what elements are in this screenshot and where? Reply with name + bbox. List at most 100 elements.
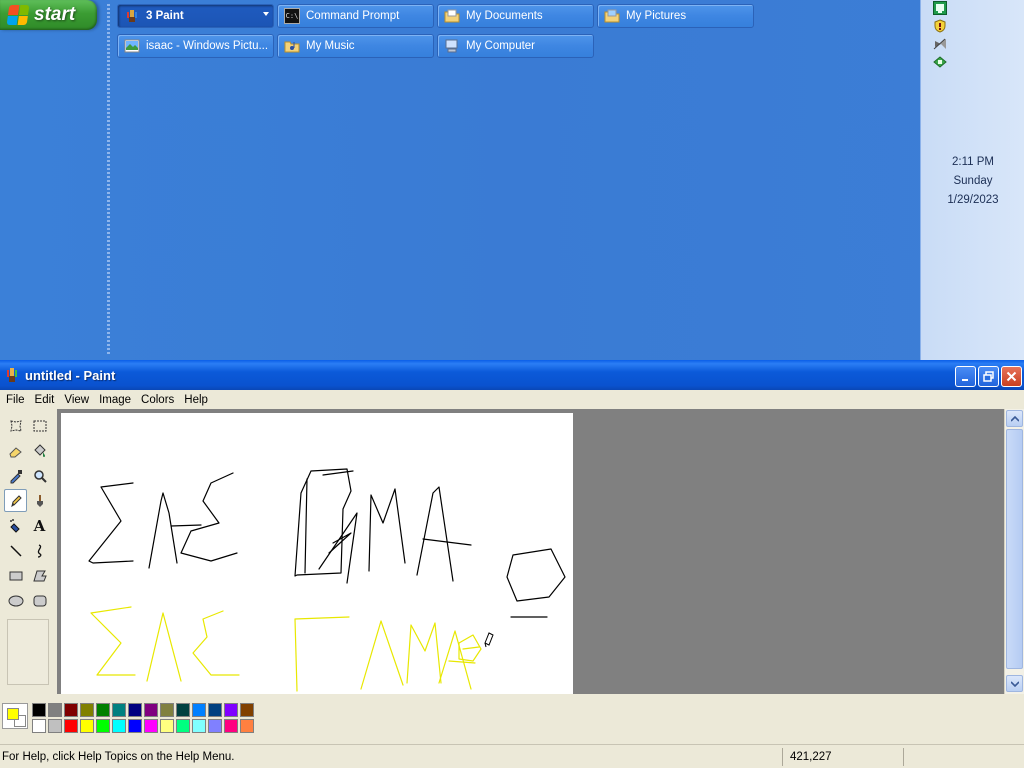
text-icon[interactable]: A: [28, 514, 51, 537]
current-colors[interactable]: [2, 703, 28, 729]
start-label: start: [34, 4, 76, 25]
palette-color-swatch[interactable]: [144, 719, 158, 733]
taskbar-button-picture-viewer[interactable]: isaac - Windows Pictu...: [117, 34, 274, 58]
palette-color-swatch[interactable]: [96, 719, 110, 733]
clock[interactable]: 2:11 PM Sunday 1/29/2023: [921, 153, 1024, 210]
palette-color-swatch[interactable]: [240, 703, 254, 717]
palette-color-swatch[interactable]: [48, 703, 62, 717]
minimize-button[interactable]: [955, 366, 976, 387]
palette-color-swatch[interactable]: [64, 703, 78, 717]
palette-color-swatch[interactable]: [32, 703, 46, 717]
palette-color-swatch[interactable]: [176, 719, 190, 733]
magnifier-icon[interactable]: [28, 464, 51, 487]
close-button[interactable]: [1001, 366, 1022, 387]
palette-color-swatch[interactable]: [176, 703, 190, 717]
rounded-rectangle-icon[interactable]: [28, 589, 51, 612]
eraser-icon[interactable]: [4, 439, 27, 462]
taskbar-button-my-pictures[interactable]: My Pictures: [597, 4, 754, 28]
taskbar-button-my-documents[interactable]: My Documents: [437, 4, 594, 28]
pencil-cursor-icon: [484, 632, 494, 648]
taskbar-grip[interactable]: [107, 4, 110, 354]
brush-icon[interactable]: [28, 489, 51, 512]
window-title: untitled - Paint: [25, 367, 116, 383]
drawing-stroke: [318, 512, 358, 584]
polygon-icon[interactable]: [28, 564, 51, 587]
pencil-icon[interactable]: [4, 489, 27, 512]
palette-color-swatch[interactable]: [96, 703, 110, 717]
tool-options-box[interactable]: [7, 619, 49, 685]
group-dropdown-icon: [263, 12, 269, 16]
minimize-icon: [961, 378, 968, 381]
line-icon[interactable]: [4, 539, 27, 562]
palette-color-swatch[interactable]: [224, 703, 238, 717]
windows-logo-icon: [6, 5, 30, 25]
palette-color-swatch[interactable]: [128, 703, 142, 717]
palette-color-swatch[interactable]: [192, 719, 206, 733]
computer-icon: [444, 38, 460, 54]
menu-view[interactable]: View: [60, 394, 95, 406]
palette-color-swatch[interactable]: [48, 719, 62, 733]
airbrush-icon[interactable]: [4, 514, 27, 537]
taskbar-button-command-prompt[interactable]: C:\ Command Prompt: [277, 4, 434, 28]
palette-color-swatch[interactable]: [144, 703, 158, 717]
drawing-stroke: [304, 478, 308, 574]
rectangle-icon[interactable]: [4, 564, 27, 587]
canvas-drawing: [88, 468, 566, 692]
scroll-up-button[interactable]: [1006, 410, 1023, 427]
drawing-canvas[interactable]: [61, 413, 573, 694]
satellite-icon[interactable]: [933, 37, 947, 51]
palette-color-swatch[interactable]: [208, 719, 222, 733]
drawing-stroke: [192, 610, 240, 676]
ellipse-icon[interactable]: [4, 589, 27, 612]
status-divider: [782, 748, 783, 766]
palette-color-swatch[interactable]: [128, 719, 142, 733]
title-bar[interactable]: untitled - Paint: [0, 360, 1024, 390]
menu-colors[interactable]: Colors: [137, 394, 180, 406]
start-button[interactable]: start: [0, 0, 97, 30]
scroll-thumb[interactable]: [1006, 429, 1023, 669]
palette-color-swatch[interactable]: [208, 703, 222, 717]
network-icon[interactable]: [933, 1, 947, 15]
menu-file[interactable]: File: [2, 394, 31, 406]
restore-button[interactable]: [978, 366, 999, 387]
vertical-scrollbar[interactable]: [1004, 409, 1024, 694]
palette-color-swatch[interactable]: [112, 719, 126, 733]
drawing-stroke: [416, 486, 454, 582]
select-icon[interactable]: [28, 414, 51, 437]
palette-color-swatch[interactable]: [192, 703, 206, 717]
security-shield-icon[interactable]: [933, 19, 947, 33]
clock-time: 2:11 PM: [952, 156, 994, 168]
update-icon[interactable]: [933, 55, 947, 69]
palette-color-swatch[interactable]: [224, 719, 238, 733]
curve-icon[interactable]: [28, 539, 51, 562]
drawing-stroke: [360, 620, 404, 690]
palette-color-swatch[interactable]: [160, 703, 174, 717]
palette-color-swatch[interactable]: [80, 719, 94, 733]
menu-help[interactable]: Help: [180, 394, 214, 406]
taskbar-button-label: Command Prompt: [306, 10, 400, 22]
taskbar-button-my-computer[interactable]: My Computer: [437, 34, 594, 58]
fill-icon[interactable]: [28, 439, 51, 462]
palette-color-swatch[interactable]: [80, 703, 94, 717]
pick-color-icon[interactable]: [4, 464, 27, 487]
cursor-coordinates: 421,227: [790, 751, 832, 763]
taskbar-button-my-music[interactable]: My Music: [277, 34, 434, 58]
palette-color-swatch[interactable]: [64, 719, 78, 733]
palette-color-swatch[interactable]: [240, 719, 254, 733]
scroll-down-button[interactable]: [1006, 675, 1023, 692]
clock-date: 1/29/2023: [947, 194, 999, 206]
palette-color-swatch[interactable]: [160, 719, 174, 733]
drawing-stroke: [146, 612, 182, 682]
palette-color-swatch[interactable]: [112, 703, 126, 717]
free-form-select-icon[interactable]: [4, 414, 27, 437]
toolbox: A: [0, 409, 57, 695]
palette-color-swatch[interactable]: [32, 719, 46, 733]
taskbar-button-label: My Music: [306, 40, 355, 52]
taskbar-button-paint[interactable]: 3 Paint: [117, 4, 274, 28]
menu-image[interactable]: Image: [95, 394, 137, 406]
picture-viewer-icon: [124, 38, 140, 54]
color-palette: [0, 694, 1024, 744]
menu-edit[interactable]: Edit: [31, 394, 61, 406]
taskbar-button-label: My Pictures: [626, 10, 687, 22]
canvas-workspace: [57, 409, 1004, 694]
